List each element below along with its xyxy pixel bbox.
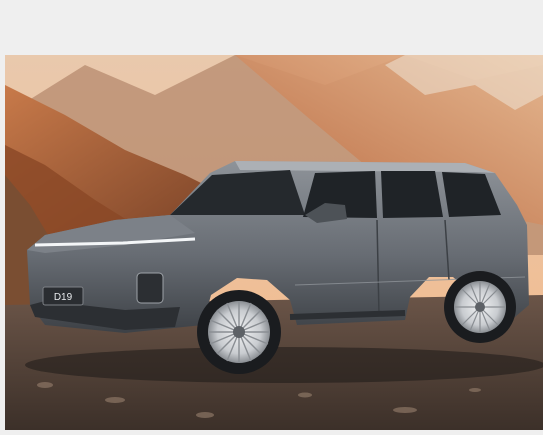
rear-wheel [444,271,516,343]
top-blank-band [0,0,543,55]
rear-side-window [381,171,443,218]
license-plate-text: D19 [54,292,73,303]
side-sill [289,310,406,320]
bottom-blank-band [0,430,543,435]
car-photo-illustration: D19 [5,55,543,430]
car-shadow [25,347,543,383]
fog-light [136,272,164,304]
car-photo: D19 [5,55,543,430]
front-wheel [197,290,281,374]
